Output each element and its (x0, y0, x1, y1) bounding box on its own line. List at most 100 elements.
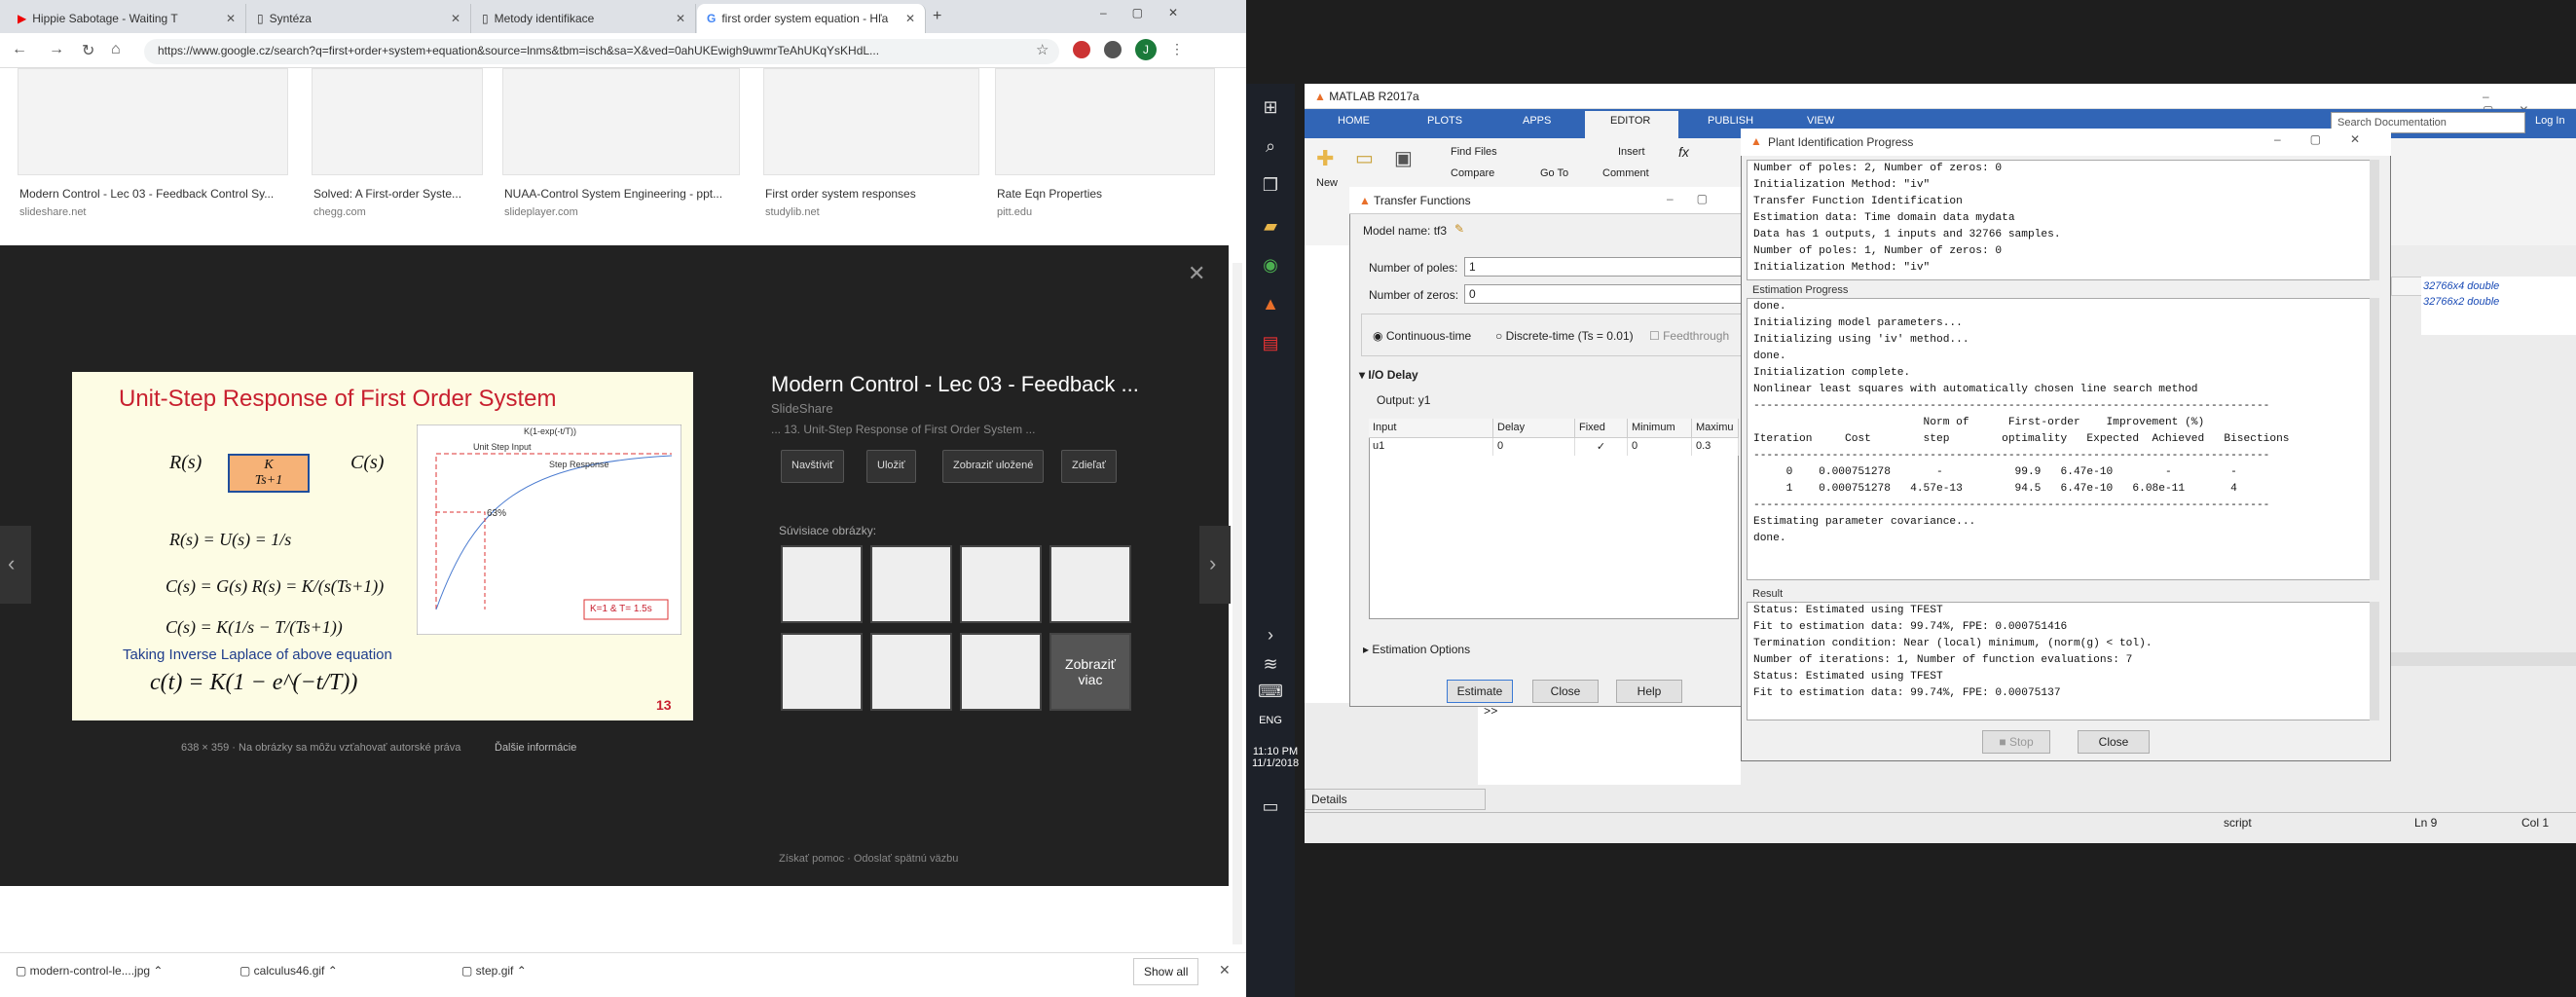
more-info-link[interactable]: Ďalšie informácie (495, 742, 576, 754)
avatar[interactable]: J (1135, 39, 1157, 60)
stop-button[interactable]: ■ Stop (1982, 730, 2050, 754)
tab-synteza[interactable]: ▯ Syntéza ✕ (247, 4, 471, 33)
tab-publish[interactable]: PUBLISH (1708, 115, 1753, 127)
result-title[interactable]: Modern Control - Lec 03 - Feedback Contr… (19, 187, 274, 201)
comment-button[interactable]: Comment (1602, 167, 1649, 179)
help-link[interactable]: Získať pomoc · Odoslať spätnú väzbu (779, 853, 958, 865)
window-controls[interactable]: –▢✕ (1100, 6, 1203, 19)
extension-icon[interactable] (1104, 41, 1122, 58)
scrollbar[interactable] (2370, 160, 2379, 280)
new-button[interactable]: New (1316, 177, 1338, 189)
matlab-icon[interactable]: ▲ (1258, 294, 1283, 319)
viewer-title[interactable]: Modern Control - Lec 03 - Feedback ... (771, 372, 1139, 397)
window-controls[interactable]: –▢ (1667, 192, 1731, 205)
table-cell[interactable]: 0 (1493, 438, 1575, 456)
new-tab-button[interactable]: + (933, 8, 941, 25)
close-tab-icon[interactable]: ✕ (451, 12, 460, 25)
close-icon[interactable]: ✕ (1219, 962, 1231, 979)
find-files-button[interactable]: Find Files (1451, 146, 1497, 158)
scrollbar[interactable] (1233, 263, 1242, 944)
search-icon[interactable]: ⌕ (1258, 136, 1283, 162)
related-image[interactable] (960, 545, 1042, 623)
see-more-button[interactable]: Zobraziť viac (1049, 633, 1131, 711)
fixed-checkbox[interactable]: ✓ (1575, 438, 1628, 456)
windows-start-icon[interactable]: ⊞ (1258, 97, 1283, 123)
result-thumbnail[interactable] (995, 68, 1215, 175)
download-item[interactable]: ▢ calculus46.gif ⌃ (239, 964, 338, 978)
tab-plots[interactable]: PLOTS (1427, 115, 1462, 127)
table-cell[interactable]: 0 (1628, 438, 1692, 456)
continuous-radio[interactable]: ◉ Continuous-time (1373, 329, 1471, 343)
result-thumbnail[interactable] (763, 68, 979, 175)
related-image[interactable] (781, 633, 863, 711)
address-bar[interactable]: https://www.google.cz/search?q=first+ord… (144, 39, 1059, 64)
pdf-icon[interactable]: ▤ (1258, 333, 1283, 358)
home-icon[interactable]: ⌂ (111, 41, 121, 58)
view-saved-button[interactable]: Zobraziť uložené (942, 450, 1045, 483)
related-image[interactable] (1049, 545, 1131, 623)
related-image[interactable] (870, 633, 952, 711)
notifications-icon[interactable]: ▭ (1258, 796, 1283, 822)
close-tab-icon[interactable]: ✕ (226, 12, 236, 25)
result-title[interactable]: Rate Eqn Properties (997, 187, 1102, 201)
close-icon[interactable]: ✕ (1188, 261, 1205, 286)
result-thumbnail[interactable] (502, 68, 740, 175)
related-image[interactable] (960, 633, 1042, 711)
viewer-site[interactable]: SlideShare (771, 401, 833, 416)
table-cell[interactable]: 0.3 (1692, 438, 1739, 456)
scrollbar[interactable] (2370, 298, 2379, 580)
save-button[interactable]: Uložiť (866, 450, 916, 483)
star-icon[interactable]: ☆ (1036, 41, 1049, 58)
close-button[interactable]: Close (1532, 680, 1599, 703)
clock[interactable]: 11:10 PM 11/1/2018 (1246, 746, 1305, 769)
result-title[interactable]: Solved: A First-order Syste... (313, 187, 461, 201)
open-icon[interactable]: ▭ (1355, 146, 1374, 170)
tab-youtube[interactable]: ▶ Hippie Sabotage - Waiting T ✕ (8, 4, 246, 33)
forward-icon[interactable]: → (49, 41, 64, 58)
prev-image-button[interactable]: ‹ (0, 526, 31, 604)
related-image[interactable] (781, 545, 863, 623)
estimate-button[interactable]: Estimate (1447, 680, 1513, 703)
scrollbar[interactable] (2370, 602, 2379, 720)
chrome-icon[interactable]: ◉ (1258, 255, 1283, 280)
result-thumbnail[interactable] (312, 68, 483, 175)
folder-icon[interactable]: ▰ (1258, 216, 1283, 241)
goto-button[interactable]: Go To (1540, 167, 1568, 179)
preview-image[interactable]: Unit-Step Response of First Order System… (72, 372, 693, 720)
menu-icon[interactable]: ⋮ (1170, 41, 1184, 57)
tab-metody[interactable]: ▯ Metody identifikace ✕ (472, 4, 696, 33)
insert-button[interactable]: Insert (1618, 146, 1645, 158)
help-button[interactable]: Help (1616, 680, 1682, 703)
keyboard-icon[interactable]: ⌨ (1258, 682, 1283, 707)
visit-button[interactable]: Navštíviť (781, 450, 845, 483)
network-icon[interactable]: ≋ (1258, 654, 1283, 680)
command-window[interactable]: >> (1478, 701, 1741, 785)
details-panel[interactable]: Details (1305, 789, 1486, 810)
reload-icon[interactable]: ↻ (82, 41, 94, 60)
compare-button[interactable]: Compare (1451, 167, 1494, 179)
result-title[interactable]: First order system responses (765, 187, 916, 201)
new-icon[interactable]: ✚ (1316, 146, 1334, 171)
share-button[interactable]: Zdieľať (1061, 450, 1117, 483)
back-icon[interactable]: ← (12, 41, 27, 58)
download-item[interactable]: ▢ step.gif ⌃ (461, 964, 527, 978)
download-item[interactable]: ▢ modern-control-le....jpg ⌃ (16, 964, 163, 978)
tab-google-active[interactable]: Gfirst order system equation - Hľa ✕ (697, 4, 926, 33)
task-view-icon[interactable]: ❐ (1258, 175, 1283, 201)
close-tab-icon[interactable]: ✕ (905, 12, 915, 25)
chevron-up-icon[interactable]: › (1258, 625, 1283, 650)
extension-icon[interactable] (1073, 41, 1090, 58)
tab-home[interactable]: HOME (1338, 115, 1370, 127)
estimation-options-section[interactable]: ▸ Estimation Options (1363, 643, 1470, 656)
feedthrough-checkbox[interactable]: ☐ Feedthrough (1649, 329, 1729, 343)
result-thumbnail[interactable] (18, 68, 288, 175)
close-tab-icon[interactable]: ✕ (676, 12, 685, 25)
io-delay-section[interactable]: ▾ I/O Delay (1359, 368, 1418, 382)
tab-view[interactable]: VIEW (1807, 115, 1834, 127)
save-icon[interactable]: ▣ (1394, 146, 1413, 170)
next-image-button[interactable]: › (1199, 526, 1231, 604)
edit-pencil-icon[interactable]: ✎ (1454, 222, 1464, 236)
poles-input[interactable]: 1 (1464, 257, 1766, 277)
close-button[interactable]: Close (2078, 730, 2150, 754)
related-image[interactable] (870, 545, 952, 623)
